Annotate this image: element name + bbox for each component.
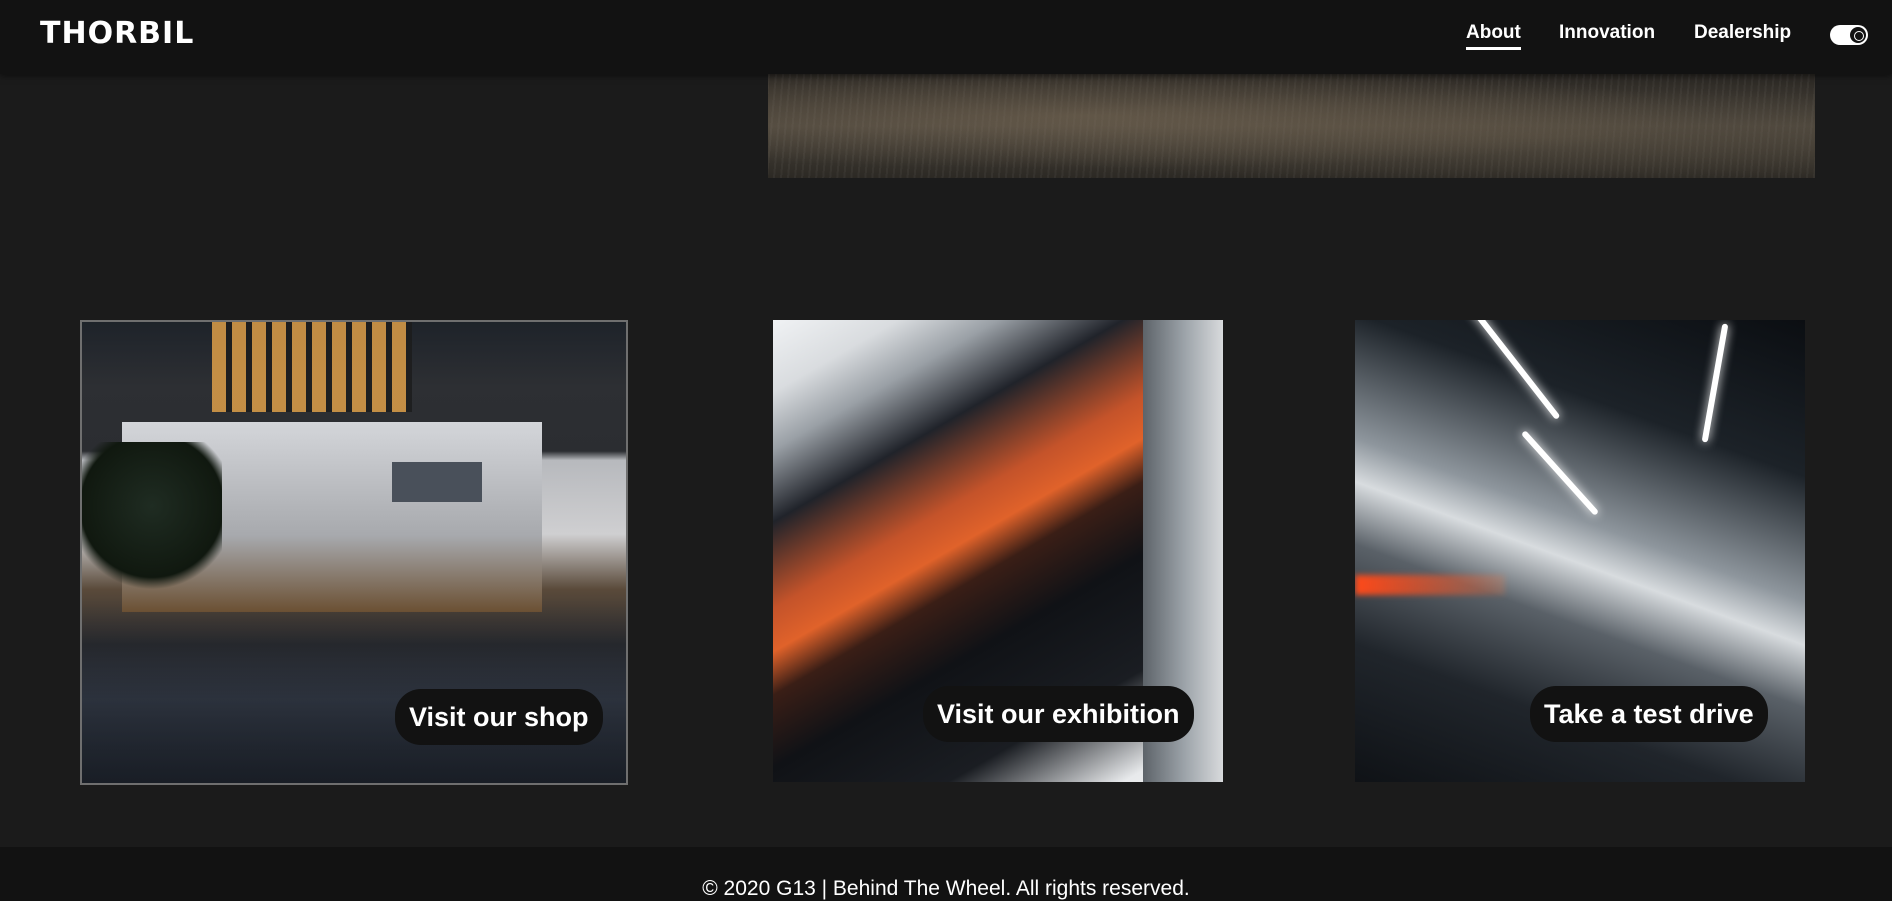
footer-copyright: © 2020 G13 | Behind The Wheel. All right… bbox=[702, 877, 1190, 900]
shop-sign bbox=[392, 462, 482, 502]
hero-image bbox=[768, 74, 1815, 178]
nav-link-dealership[interactable]: Dealership bbox=[1694, 22, 1791, 44]
tunnel-light bbox=[1469, 320, 1561, 421]
navbar: THORBIL About Innovation Dealership bbox=[0, 0, 1892, 74]
visit-shop-button[interactable]: Visit our shop bbox=[395, 689, 603, 745]
tail-light-streak bbox=[1355, 575, 1505, 595]
nav-link-innovation[interactable]: Innovation bbox=[1559, 22, 1655, 44]
tunnel-light bbox=[1701, 323, 1729, 443]
visit-exhibition-button[interactable]: Visit our exhibition bbox=[923, 686, 1194, 742]
tree-silhouette bbox=[82, 442, 222, 602]
test-drive-button[interactable]: Take a test drive bbox=[1530, 686, 1768, 742]
tunnel-light bbox=[1520, 430, 1600, 516]
card-test-drive[interactable]: Take a test drive bbox=[1355, 320, 1805, 782]
card-exhibition[interactable]: Visit our exhibition bbox=[773, 320, 1223, 782]
logo[interactable]: THORBIL bbox=[40, 16, 194, 51]
toggle-knob bbox=[1850, 27, 1866, 43]
nav-link-about[interactable]: About bbox=[1466, 22, 1521, 50]
theme-toggle-icon[interactable] bbox=[1830, 25, 1868, 45]
footer: © 2020 G13 | Behind The Wheel. All right… bbox=[0, 847, 1892, 901]
shop-building-windows bbox=[212, 322, 412, 412]
card-shop[interactable]: Visit our shop bbox=[80, 320, 628, 785]
